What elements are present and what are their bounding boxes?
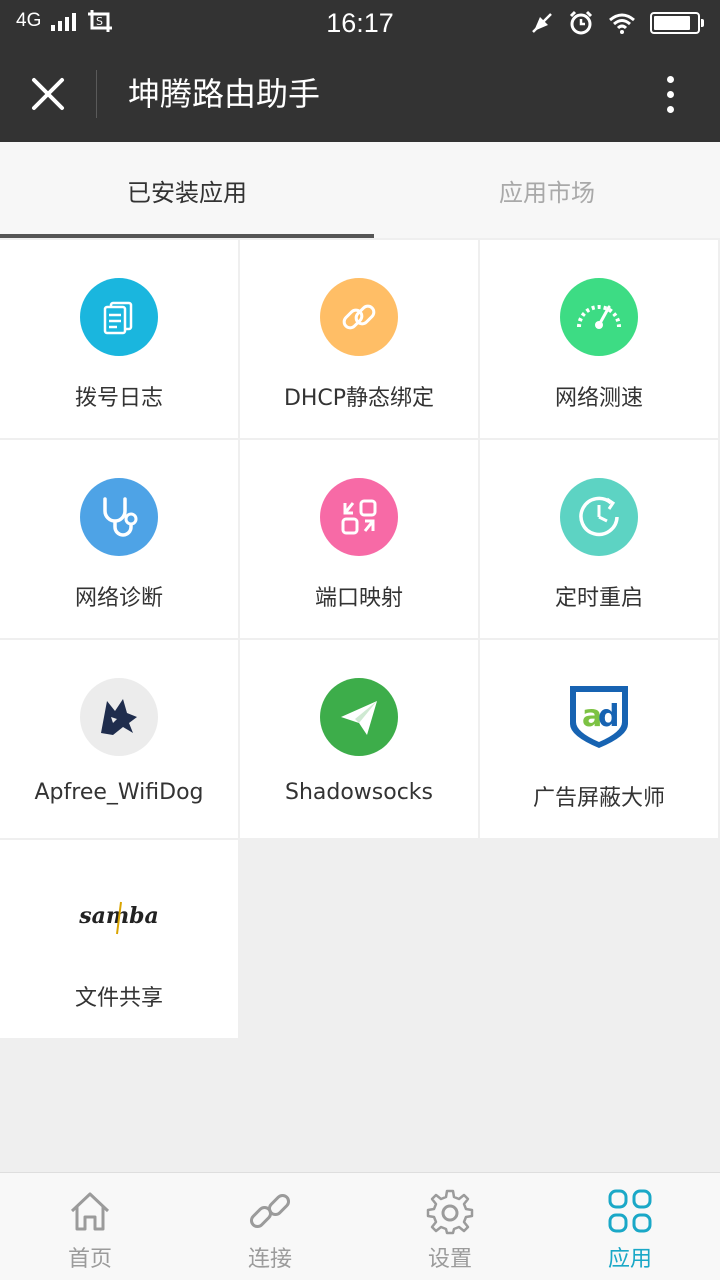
app-label: Shadowsocks — [284, 780, 434, 805]
app-label: 定时重启 — [554, 586, 643, 611]
page-title: 坤腾路由助手 — [128, 75, 321, 113]
app-label: 广告屏蔽大师 — [532, 786, 665, 811]
clock-restart-icon — [560, 478, 638, 556]
home-icon — [70, 1192, 110, 1231]
app-tile-file-sharing[interactable]: samba 文件共享 — [0, 840, 238, 1038]
app-tile-network-diagnosis[interactable]: 网络诊断 — [0, 440, 238, 638]
link-icon — [249, 1193, 291, 1229]
app-bar: 坤腾路由助手 — [0, 46, 720, 142]
app-label: Apfree_WifiDog — [34, 780, 204, 805]
app-label: 网络测速 — [554, 386, 643, 411]
nav-label: 应用 — [607, 1247, 652, 1272]
nav-label: 设置 — [427, 1247, 472, 1272]
more-options-button[interactable] — [642, 66, 698, 122]
nav-settings[interactable]: 设置 — [360, 1173, 540, 1280]
app-label: 端口映射 — [314, 586, 403, 611]
ad-shield-icon: a d — [560, 678, 638, 756]
more-dot — [666, 75, 674, 83]
wifi-icon — [609, 13, 635, 34]
app-tile-scheduled-reboot[interactable]: 定时重启 — [480, 440, 718, 638]
nav-label: 首页 — [67, 1247, 112, 1272]
nav-connection[interactable]: 连接 — [180, 1173, 360, 1280]
status-right — [530, 10, 704, 36]
close-button[interactable] — [18, 64, 78, 124]
apps-grid-icon — [608, 1189, 652, 1233]
document-icon — [80, 278, 158, 356]
more-dot — [666, 105, 674, 113]
wolf-icon — [80, 678, 158, 756]
more-dot — [666, 90, 674, 98]
gear-icon — [426, 1189, 474, 1235]
bottom-nav: 首页 连接 设置 应用 — [0, 1172, 720, 1280]
speedometer-icon — [560, 278, 638, 356]
tab-bar: 已安装应用 应用市场 — [0, 142, 720, 238]
battery-icon — [650, 12, 704, 34]
nav-label: 连接 — [247, 1247, 292, 1272]
samba-icon: samba — [69, 878, 169, 956]
app-label: 拨号日志 — [74, 386, 163, 411]
tab-app-market[interactable]: 应用市场 — [374, 142, 720, 238]
header-divider — [96, 70, 97, 118]
tab-installed-apps[interactable]: 已安装应用 — [0, 142, 374, 238]
app-tile-dhcp-binding[interactable]: DHCP静态绑定 — [240, 240, 478, 438]
nav-apps[interactable]: 应用 — [540, 1173, 720, 1280]
link-icon — [320, 278, 398, 356]
app-tile-ad-blocker[interactable]: a d 广告屏蔽大师 — [480, 640, 718, 838]
status-bar: 4G S 16:17 — [0, 0, 720, 46]
stethoscope-icon — [80, 478, 158, 556]
app-tile-speed-test[interactable]: 网络测速 — [480, 240, 718, 438]
app-tile-apfree-wifidog[interactable]: Apfree_WifiDog — [0, 640, 238, 838]
app-label: DHCP静态绑定 — [283, 386, 435, 411]
nav-home[interactable]: 首页 — [0, 1173, 180, 1280]
alarm-icon — [569, 10, 593, 35]
app-tile-dial-log[interactable]: 拨号日志 — [0, 240, 238, 438]
paper-plane-icon — [320, 678, 398, 756]
app-label: 文件共享 — [74, 986, 163, 1011]
svg-text:d: d — [598, 699, 619, 734]
port-mapping-icon — [320, 478, 398, 556]
mute-icon — [532, 13, 552, 33]
app-tile-shadowsocks[interactable]: Shadowsocks — [240, 640, 478, 838]
app-label: 网络诊断 — [74, 586, 163, 611]
close-icon — [32, 78, 64, 110]
app-tile-port-mapping[interactable]: 端口映射 — [240, 440, 478, 638]
